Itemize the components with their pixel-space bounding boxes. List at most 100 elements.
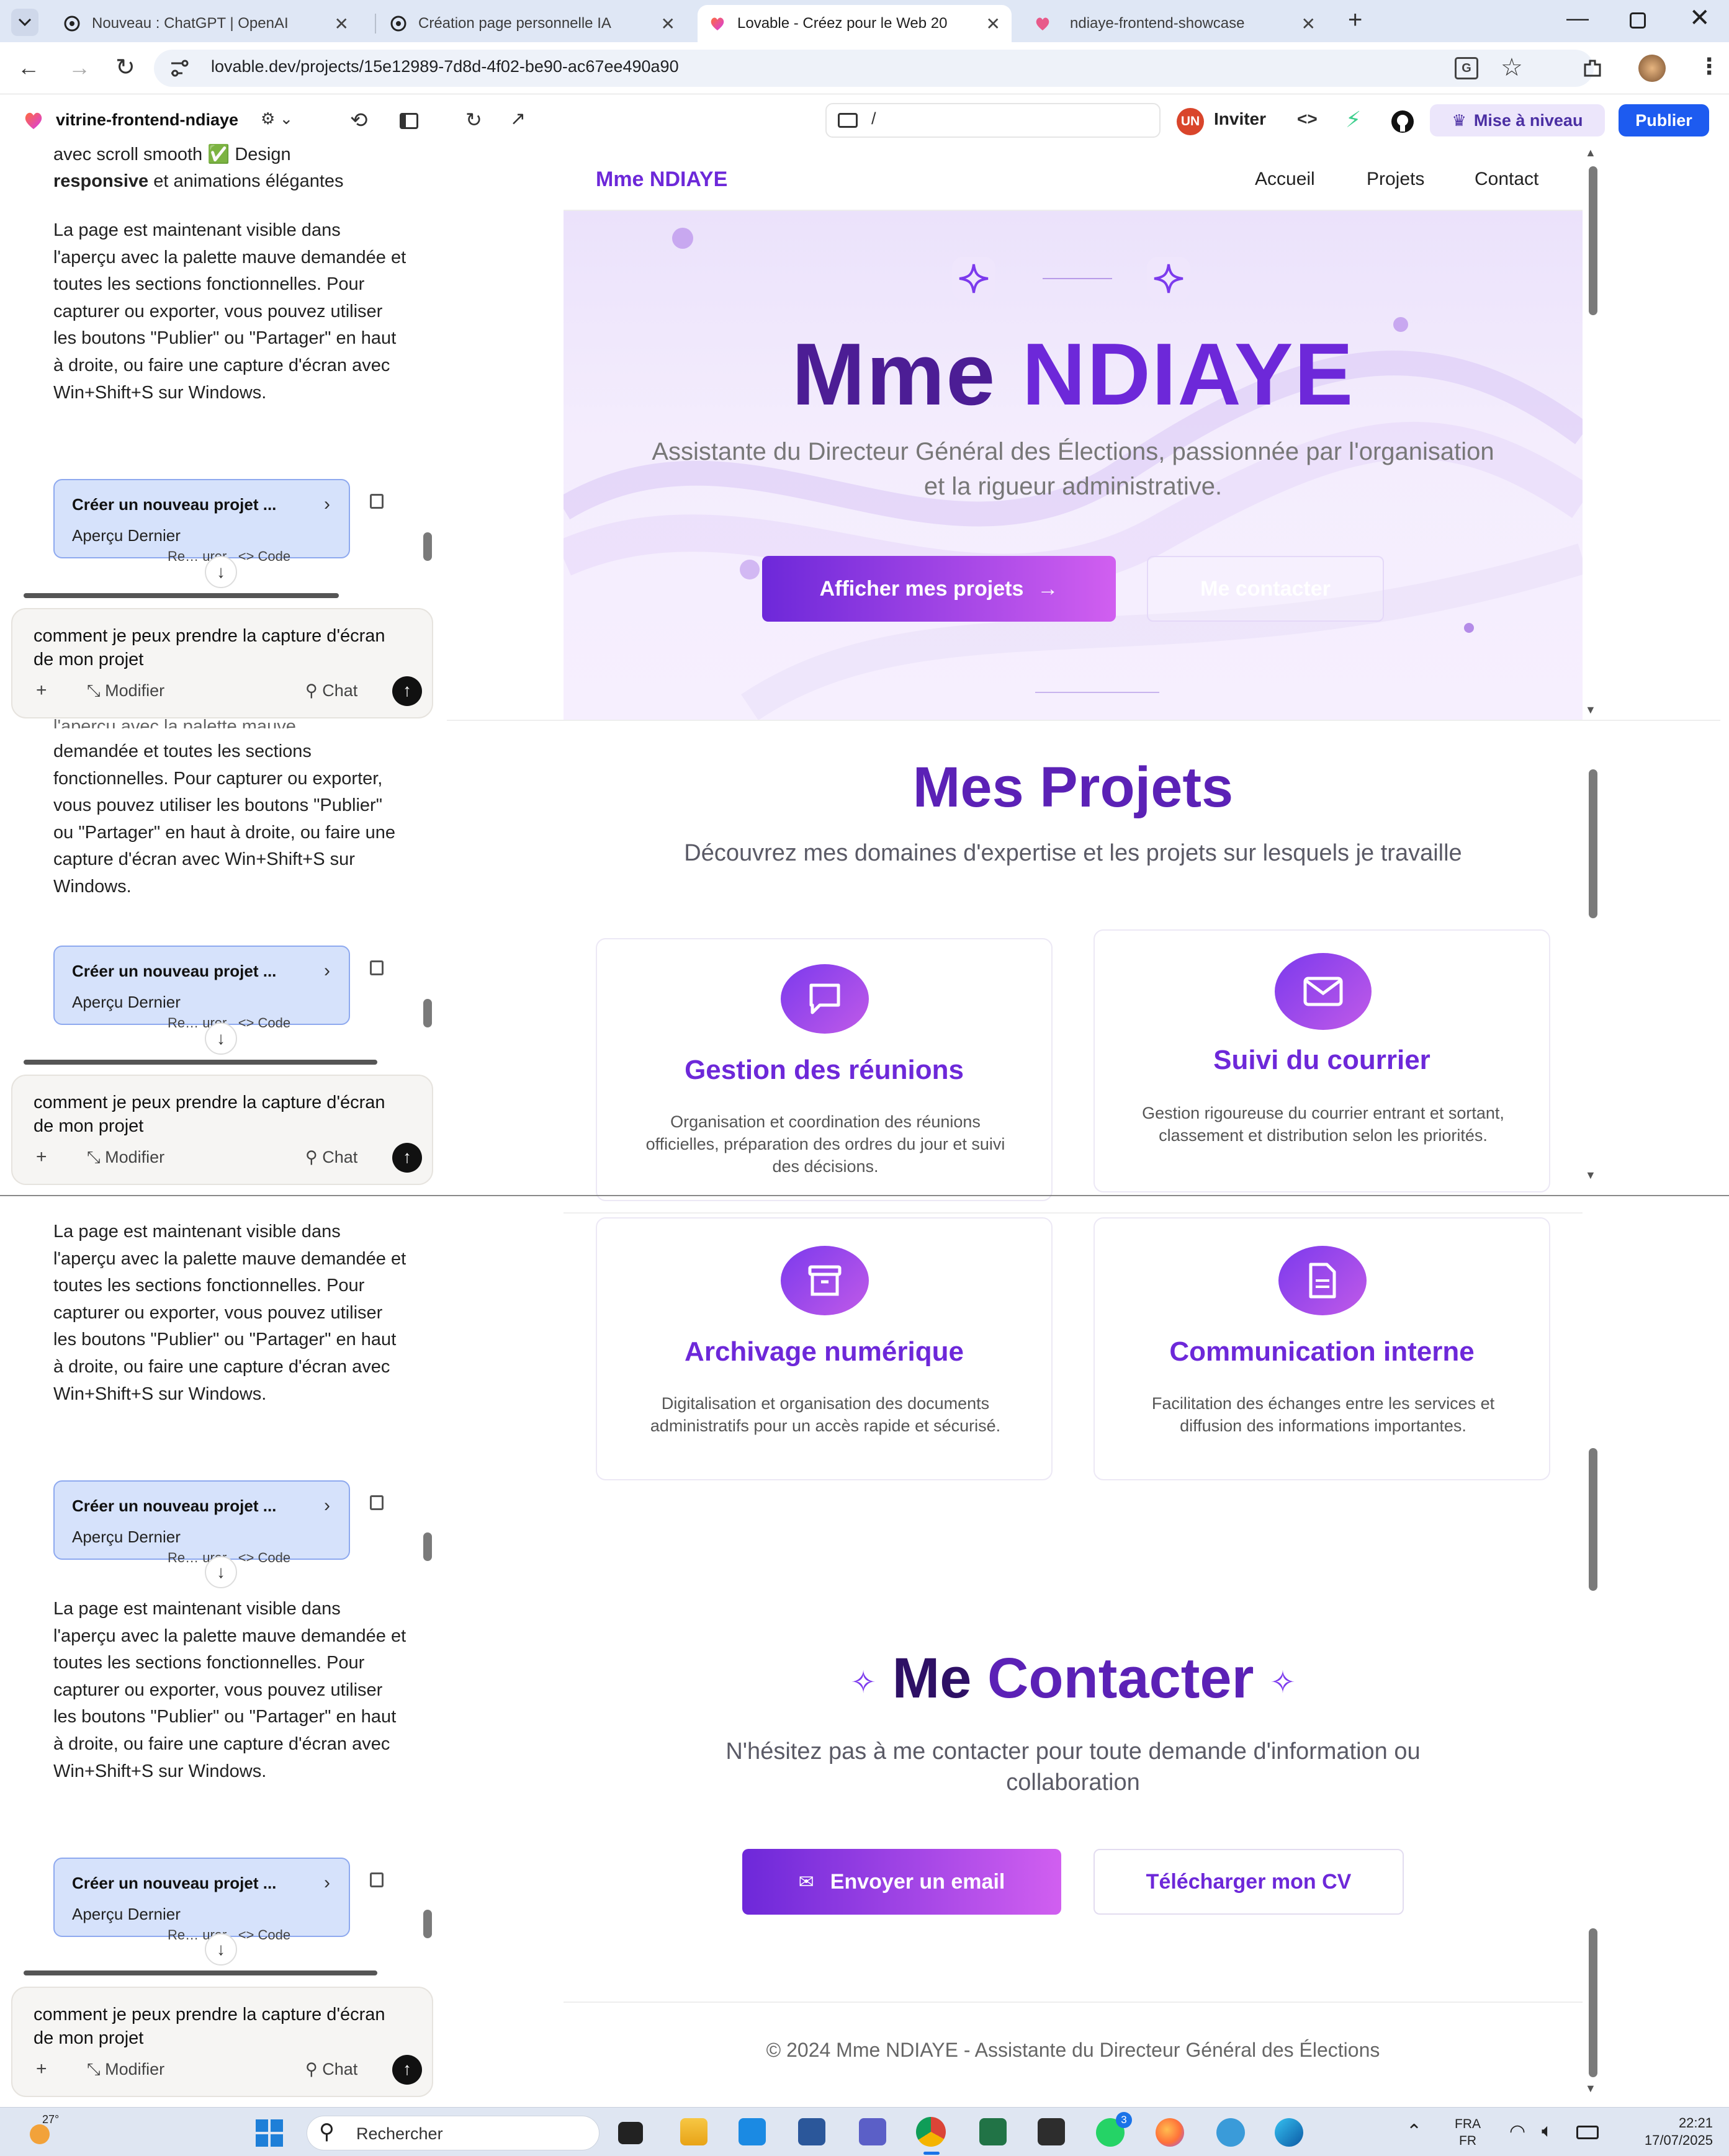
scroll-down-arrow[interactable]: ▼ xyxy=(1585,1169,1596,1182)
project-card[interactable]: Communication interne Facilitation des é… xyxy=(1094,1217,1550,1480)
nav-projets[interactable]: Projets xyxy=(1367,169,1424,190)
tab-search-button[interactable] xyxy=(11,9,38,36)
avatar[interactable]: UN xyxy=(1177,108,1204,135)
chat-mode-button[interactable]: ⚲ Chat xyxy=(305,2060,357,2079)
code-view-icon[interactable]: <> xyxy=(1297,109,1318,129)
close-icon[interactable]: ✕ xyxy=(986,14,1000,34)
close-window-button[interactable]: ✕ xyxy=(1689,4,1710,32)
version-card[interactable]: Créer un nouveau projet ... › Aperçu Der… xyxy=(53,1480,350,1560)
chat-scrollbar[interactable] xyxy=(423,1910,432,1938)
task-view-icon[interactable] xyxy=(618,2122,643,2144)
wifi-icon[interactable]: ◠ xyxy=(1509,2121,1525,2142)
invite-button[interactable]: Inviter xyxy=(1214,109,1266,129)
add-icon[interactable]: + xyxy=(36,2059,47,2080)
scroll-down-button[interactable]: ↓ xyxy=(205,556,237,588)
app-icon[interactable] xyxy=(1216,2118,1245,2147)
supabase-icon[interactable]: ⚡ xyxy=(1345,107,1361,133)
chrome-menu-icon[interactable]: ⋮ xyxy=(1698,53,1720,79)
restore-button[interactable] xyxy=(1630,12,1646,29)
terminal-icon[interactable] xyxy=(1038,2118,1065,2145)
excel-icon[interactable] xyxy=(979,2118,1007,2145)
chat-mode-button[interactable]: ⚲ Chat xyxy=(305,681,357,700)
chevron-up-icon[interactable]: ⌃ xyxy=(1406,2121,1422,2142)
version-card[interactable]: Créer un nouveau projet ... › Aperçu Der… xyxy=(53,479,350,558)
bookmark-icon[interactable] xyxy=(370,960,384,975)
chat-scrollbar[interactable] xyxy=(423,532,432,561)
profile-avatar[interactable] xyxy=(1638,55,1666,82)
modify-button[interactable]: ⤡ Modifier xyxy=(87,2060,164,2080)
close-icon[interactable]: ✕ xyxy=(661,14,675,34)
windows-start-icon[interactable] xyxy=(254,2118,284,2148)
forward-icon[interactable]: → xyxy=(68,55,91,81)
chat-scrollbar[interactable] xyxy=(423,1532,432,1561)
contact-me-button[interactable]: Me contacter xyxy=(1147,556,1384,622)
bookmark-star-icon[interactable]: ☆ xyxy=(1501,53,1523,82)
reload-icon[interactable]: ↻ xyxy=(115,53,135,81)
word-icon[interactable] xyxy=(798,2118,825,2145)
project-settings-icon[interactable]: ⚙ ⌄ xyxy=(261,109,293,128)
send-button[interactable]: ↑ xyxy=(392,2055,422,2085)
horizontal-scrollbar[interactable] xyxy=(24,1060,377,1065)
translate-icon[interactable]: G xyxy=(1455,57,1478,79)
back-icon[interactable]: ← xyxy=(17,55,40,81)
preview-scrollbar[interactable] xyxy=(1589,166,1597,315)
version-card[interactable]: Créer un nouveau projet ... › Aperçu Der… xyxy=(53,946,350,1025)
send-email-button[interactable]: ✉ Envoyer un email xyxy=(742,1849,1061,1915)
scroll-down-button[interactable]: ↓ xyxy=(205,1022,237,1055)
publish-button[interactable]: Publier xyxy=(1619,104,1709,136)
scroll-up-arrow[interactable]: ▲ xyxy=(1585,146,1596,159)
horizontal-scrollbar[interactable] xyxy=(24,1970,377,1975)
nav-accueil[interactable]: Accueil xyxy=(1255,169,1315,190)
preview-scrollbar[interactable] xyxy=(1589,769,1597,918)
chrome-icon[interactable] xyxy=(916,2117,946,2147)
add-icon[interactable]: + xyxy=(36,680,47,701)
device-icon[interactable] xyxy=(838,113,858,128)
browser-tab-lovable[interactable]: Lovable - Créez pour le Web 20 ✕ xyxy=(698,5,1012,42)
bookmark-icon[interactable] xyxy=(370,494,384,509)
send-button[interactable]: ↑ xyxy=(392,1143,422,1173)
sidebar-toggle-icon[interactable] xyxy=(400,113,418,129)
scroll-down-arrow[interactable]: ▼ xyxy=(1585,704,1596,717)
scroll-down-button[interactable]: ↓ xyxy=(205,1556,237,1588)
language-indicator[interactable]: FRA FR xyxy=(1455,2116,1481,2149)
add-icon[interactable]: + xyxy=(36,1147,47,1168)
volume-icon[interactable]: 🔈︎ xyxy=(1542,2121,1553,2142)
scroll-down-arrow[interactable]: ▼ xyxy=(1585,2082,1596,2095)
firefox-icon[interactable] xyxy=(1156,2118,1184,2147)
send-button[interactable]: ↑ xyxy=(392,676,422,706)
preview-scrollbar[interactable] xyxy=(1589,1928,1597,2077)
project-name[interactable]: vitrine-frontend-ndiaye xyxy=(56,110,238,130)
battery-icon[interactable] xyxy=(1576,2126,1599,2139)
teams-icon[interactable] xyxy=(859,2118,886,2145)
nav-contact[interactable]: Contact xyxy=(1475,169,1538,190)
chat-input-box[interactable]: comment je peux prendre la capture d'écr… xyxy=(11,1075,433,1185)
horizontal-scrollbar[interactable] xyxy=(24,593,339,598)
browser-tab-creation[interactable]: Création page personnelle IA ✕ xyxy=(379,5,686,42)
project-card[interactable]: Suivi du courrier Gestion rigoureuse du … xyxy=(1094,929,1550,1192)
preview-scrollbar[interactable] xyxy=(1589,1448,1597,1591)
close-icon[interactable]: ✕ xyxy=(335,14,349,34)
download-cv-button[interactable]: Télécharger mon CV xyxy=(1094,1849,1404,1915)
chat-input-box[interactable]: comment je peux prendre la capture d'écr… xyxy=(11,1987,433,2097)
new-tab-button[interactable]: + xyxy=(1348,6,1362,34)
bookmark-icon[interactable] xyxy=(370,1872,384,1887)
minimize-button[interactable]: — xyxy=(1566,5,1589,31)
extensions-icon[interactable] xyxy=(1580,56,1605,81)
project-card[interactable]: Archivage numérique Digitalisation et or… xyxy=(596,1217,1053,1480)
modify-button[interactable]: ⤡ Modifier xyxy=(87,681,164,701)
browser-tab-chatgpt[interactable]: Nouveau : ChatGPT | OpenAI ✕ xyxy=(52,5,360,42)
show-projects-button[interactable]: Afficher mes projets → xyxy=(762,556,1116,622)
chat-mode-button[interactable]: ⚲ Chat xyxy=(305,1148,357,1167)
refresh-preview-icon[interactable]: ↻ xyxy=(465,108,482,132)
site-info-icon[interactable] xyxy=(168,57,190,79)
site-brand[interactable]: Mme NDIAYE xyxy=(596,168,727,192)
taskbar-search[interactable] xyxy=(307,2116,600,2150)
vscode-icon[interactable] xyxy=(739,2118,766,2145)
version-card[interactable]: Créer un nouveau projet ... › Aperçu Der… xyxy=(53,1858,350,1937)
upgrade-button[interactable]: ♛ Mise à niveau xyxy=(1430,104,1605,136)
file-explorer-icon[interactable] xyxy=(680,2118,707,2145)
github-icon[interactable] xyxy=(1390,109,1415,134)
bookmark-icon[interactable] xyxy=(370,1495,384,1510)
scroll-down-button[interactable]: ↓ xyxy=(205,1933,237,1966)
close-icon[interactable]: ✕ xyxy=(1301,14,1316,34)
